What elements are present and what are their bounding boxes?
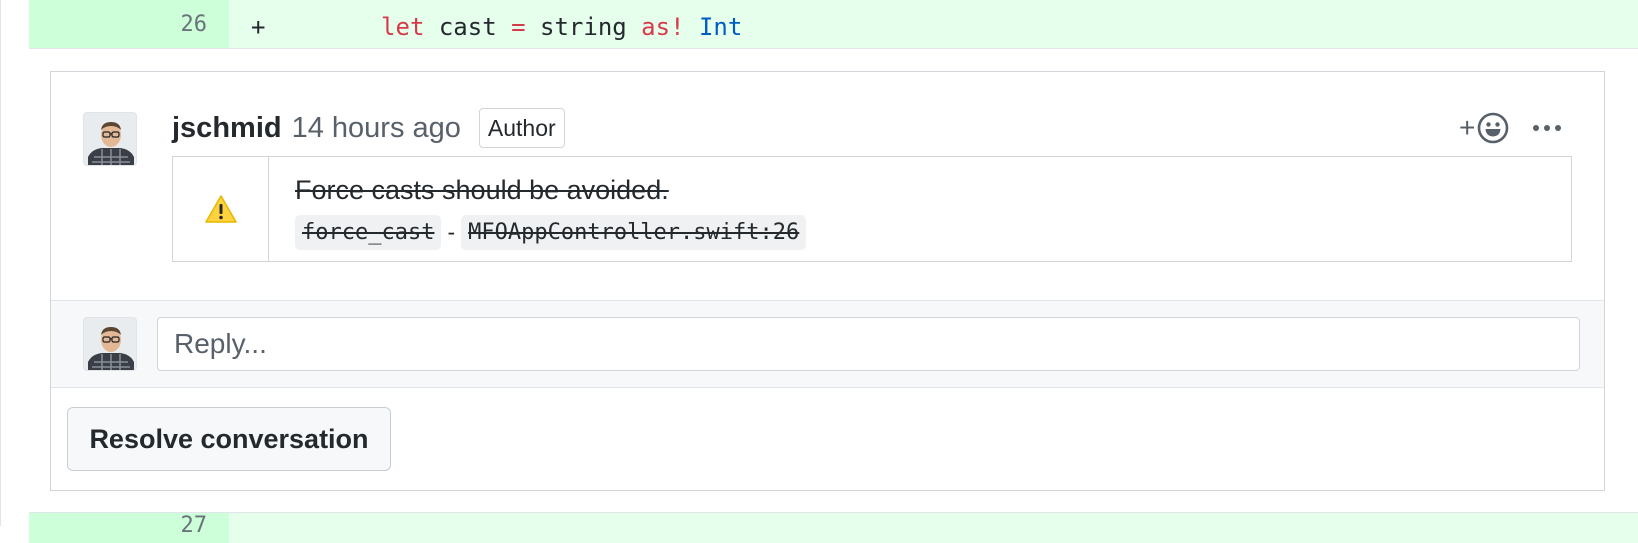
diff-line-added: 26 + let cast = string as! Int bbox=[29, 0, 1638, 49]
reply-input[interactable] bbox=[157, 317, 1580, 371]
lint-content: Force casts should be avoided. force_cas… bbox=[269, 157, 807, 261]
diff-line-added-next: 27 bbox=[29, 512, 1638, 543]
avatar[interactable] bbox=[83, 112, 137, 166]
review-comment: jschmid 14 hours ago Author + Force cast… bbox=[51, 72, 1604, 300]
meta-separator: - bbox=[447, 219, 456, 245]
kebab-horizontal-icon bbox=[1533, 125, 1561, 131]
var-name: cast bbox=[438, 13, 497, 41]
warning-icon-cell bbox=[173, 157, 269, 261]
warning-icon bbox=[204, 195, 237, 223]
keyword-let: let bbox=[381, 13, 425, 41]
file-location: MFOAppController.swift:26 bbox=[461, 215, 807, 250]
lint-warning-box: Force casts should be avoided. force_cas… bbox=[172, 156, 1572, 262]
avatar[interactable] bbox=[83, 317, 137, 371]
reply-area bbox=[51, 300, 1604, 388]
line-number[interactable]: 27 bbox=[29, 513, 229, 543]
line-number[interactable]: 26 bbox=[29, 0, 229, 48]
diff-marker: + bbox=[251, 13, 266, 41]
lint-meta: force_cast - MFOAppController.swift:26 bbox=[295, 215, 807, 250]
diff-code: + let cast = string as! Int bbox=[251, 0, 742, 48]
plus-label: + bbox=[1459, 112, 1476, 143]
review-thread: jschmid 14 hours ago Author + Force cast… bbox=[50, 71, 1605, 491]
author-badge: Author bbox=[478, 108, 565, 148]
comment-header: jschmid 14 hours ago Author bbox=[172, 106, 565, 150]
more-options-button[interactable] bbox=[1531, 114, 1563, 142]
resolve-conversation-button[interactable]: Resolve conversation bbox=[67, 407, 391, 471]
add-reaction-button[interactable]: + bbox=[1459, 110, 1515, 146]
left-border bbox=[0, 0, 1, 526]
lint-message: Force casts should be avoided. bbox=[295, 175, 669, 205]
timestamp[interactable]: 14 hours ago bbox=[292, 112, 461, 145]
rule-id: force_cast bbox=[295, 215, 442, 250]
keyword-as: as! bbox=[641, 13, 685, 41]
value-ident: string bbox=[540, 13, 627, 41]
type-name: Int bbox=[698, 13, 743, 41]
author-name[interactable]: jschmid bbox=[172, 112, 282, 145]
operator-eq: = bbox=[511, 13, 526, 41]
smiley-icon bbox=[1477, 112, 1509, 144]
